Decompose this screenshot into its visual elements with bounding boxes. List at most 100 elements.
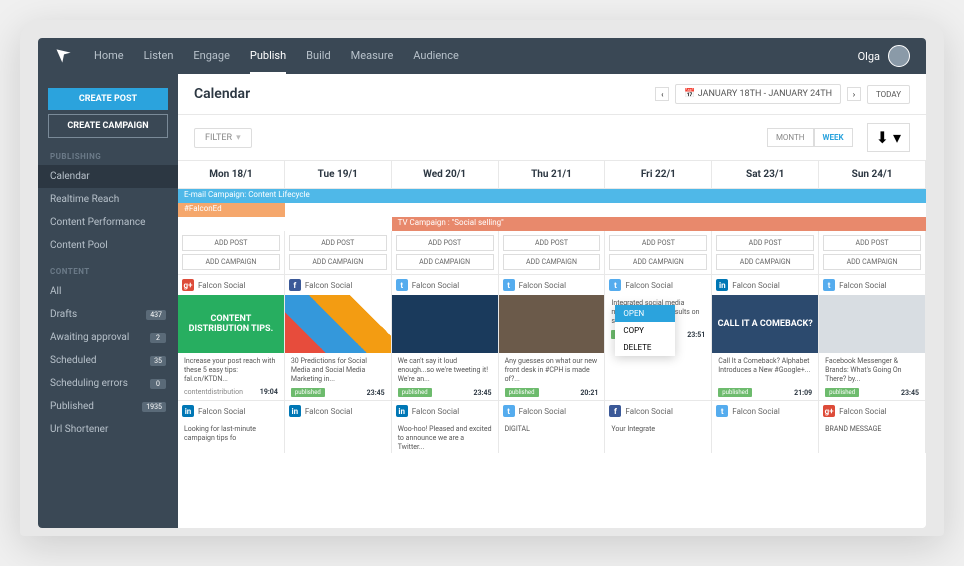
li-icon: in	[396, 405, 408, 417]
post-text	[285, 421, 391, 453]
status-badge: published	[505, 388, 539, 397]
add-post-button[interactable]: ADD POST	[503, 235, 601, 251]
sidebar-drafts[interactable]: Drafts437	[38, 303, 178, 326]
status-badge: published	[718, 388, 752, 397]
add-campaign-button[interactable]: ADD CAMPAIGN	[609, 254, 707, 270]
sidebar-published[interactable]: Published1935	[38, 395, 178, 418]
add-campaign-button[interactable]: ADD CAMPAIGN	[823, 254, 921, 270]
gp-icon: g+	[823, 405, 835, 417]
next-week-button[interactable]: ›	[847, 87, 861, 101]
li-icon: in	[289, 405, 301, 417]
post-text: Increase your post reach with these 5 ea…	[178, 353, 284, 385]
sidebar-url-shortener[interactable]: Url Shortener	[38, 418, 178, 441]
sidebar-realtime-reach[interactable]: Realtime Reach	[38, 188, 178, 211]
menu-delete[interactable]: DELETE	[615, 339, 675, 356]
add-campaign-button[interactable]: ADD CAMPAIGN	[503, 254, 601, 270]
nav-publish[interactable]: Publish	[250, 39, 286, 74]
tw-icon: t	[716, 405, 728, 417]
post-card[interactable]: g+Falcon SocialCONTENT DISTRIBUTION TIPS…	[178, 274, 285, 400]
sidebar-content-pool[interactable]: Content Pool	[38, 234, 178, 257]
day-header: Thu 21/1	[499, 161, 606, 188]
sidebar-scheduled[interactable]: Scheduled35	[38, 349, 178, 372]
post-card[interactable]: f Falcon Social Your Integrate	[605, 400, 712, 453]
today-button[interactable]: TODAY	[867, 85, 910, 104]
post-text	[712, 421, 818, 453]
post-time: 20:21	[580, 389, 598, 397]
menu-copy[interactable]: COPY	[615, 322, 675, 339]
post-text: Your Integrate	[605, 421, 711, 453]
campaign-bar-tv[interactable]: TV Campaign : "Social selling"	[392, 217, 926, 231]
nav-home[interactable]: Home	[94, 39, 124, 74]
post-card[interactable]: tFalcon SocialAny guesses on what our ne…	[499, 274, 606, 400]
post-time: 23:45	[367, 389, 385, 397]
campaign-bar-falconed[interactable]: #FalconEd	[178, 203, 285, 217]
create-campaign-button[interactable]: CREATE CAMPAIGN	[48, 114, 168, 138]
add-post-button[interactable]: ADD POST	[396, 235, 494, 251]
create-post-button[interactable]: CREATE POST	[48, 88, 168, 110]
nav-listen[interactable]: Listen	[144, 39, 174, 74]
add-post-button[interactable]: ADD POST	[609, 235, 707, 251]
li-icon: in	[716, 279, 728, 291]
post-time: 23:45	[474, 389, 492, 397]
hashtag: contentdistribution	[184, 388, 243, 396]
publishing-header: PUBLISHING	[38, 142, 178, 165]
add-post-button[interactable]: ADD POST	[716, 235, 814, 251]
add-post-button[interactable]: ADD POST	[182, 235, 280, 251]
account-name: Falcon Social	[625, 281, 672, 290]
day-header: Sun 24/1	[819, 161, 926, 188]
day-header: Tue 19/1	[285, 161, 392, 188]
add-campaign-button[interactable]: ADD CAMPAIGN	[396, 254, 494, 270]
prev-week-button[interactable]: ‹	[655, 87, 669, 101]
li-icon: in	[182, 405, 194, 417]
post-card[interactable]: g+Falcon SocialBRAND MESSAGE	[819, 400, 926, 453]
view-month[interactable]: MONTH	[767, 128, 814, 147]
post-card[interactable]: in Falcon Social	[285, 400, 392, 453]
account-name: Falcon Social	[625, 407, 672, 416]
post-time: 21:09	[794, 389, 812, 397]
post-text: Call It a Comeback? Alphabet Introduces …	[712, 353, 818, 385]
sidebar-all[interactable]: All	[38, 280, 178, 303]
post-card[interactable]: inFalcon SocialLooking for last-minute c…	[178, 400, 285, 453]
post-card[interactable]: inFalcon SocialCALL IT A COMEBACK?Call I…	[712, 274, 819, 400]
sidebar: CREATE POST CREATE CAMPAIGN PUBLISHING C…	[38, 74, 178, 528]
post-card[interactable]: tFalcon Social	[712, 400, 819, 453]
account-name: Falcon Social	[305, 281, 352, 290]
view-week[interactable]: WEEK	[814, 128, 853, 147]
post-time: 23:45	[901, 389, 919, 397]
export-button[interactable]: ⬇ ▾	[867, 123, 910, 152]
post-card[interactable]: tFalcon SocialIntegrated social media ma…	[605, 274, 712, 400]
date-range[interactable]: 📅 JANUARY 18TH - JANUARY 24TH	[675, 84, 841, 104]
account-name: Falcon Social	[305, 407, 352, 416]
sidebar-awaiting-approval[interactable]: Awaiting approval2	[38, 326, 178, 349]
post-card[interactable]: fFalcon Social30 Predictions for Social …	[285, 274, 392, 400]
gp-icon: g+	[182, 279, 194, 291]
post-card[interactable]: inFalcon SocialWoo-hoo! Pleased and exci…	[392, 400, 499, 453]
nav-engage[interactable]: Engage	[193, 39, 230, 74]
menu-open[interactable]: OPEN	[615, 305, 675, 322]
sidebar-content-performance[interactable]: Content Performance	[38, 211, 178, 234]
post-text: Woo-hoo! Pleased and excited to announce…	[392, 421, 498, 453]
post-card[interactable]: tFalcon SocialFacebook Messenger & Brand…	[819, 274, 926, 400]
nav-build[interactable]: Build	[306, 39, 330, 74]
sidebar-scheduling-errors[interactable]: Scheduling errors0	[38, 372, 178, 395]
post-card[interactable]: tFalcon SocialDIGITAL	[499, 400, 606, 453]
post-text: Facebook Messenger & Brands: What's Goin…	[819, 353, 925, 385]
day-header: Fri 22/1	[605, 161, 712, 188]
add-post-button[interactable]: ADD POST	[289, 235, 387, 251]
toolbar: FILTER ▾ MONTHWEEK ⬇ ▾	[178, 115, 926, 161]
filter-button[interactable]: FILTER ▾	[194, 128, 252, 148]
status-badge: published	[825, 388, 859, 397]
add-campaign-button[interactable]: ADD CAMPAIGN	[289, 254, 387, 270]
fb-icon: f	[609, 405, 621, 417]
sidebar-calendar[interactable]: Calendar	[38, 165, 178, 188]
add-campaign-button[interactable]: ADD CAMPAIGN	[716, 254, 814, 270]
post-card[interactable]: tFalcon SocialWe can't say it loud enoug…	[392, 274, 499, 400]
context-menu: OPENCOPYDELETE	[615, 305, 675, 356]
campaign-bar-email[interactable]: E-mail Campaign: Content Lifecycle	[178, 189, 926, 203]
add-campaign-button[interactable]: ADD CAMPAIGN	[182, 254, 280, 270]
nav-audience[interactable]: Audience	[413, 39, 459, 74]
avatar[interactable]	[888, 45, 910, 67]
nav-measure[interactable]: Measure	[351, 39, 394, 74]
add-post-button[interactable]: ADD POST	[823, 235, 921, 251]
day-header: Mon 18/1	[178, 161, 285, 188]
